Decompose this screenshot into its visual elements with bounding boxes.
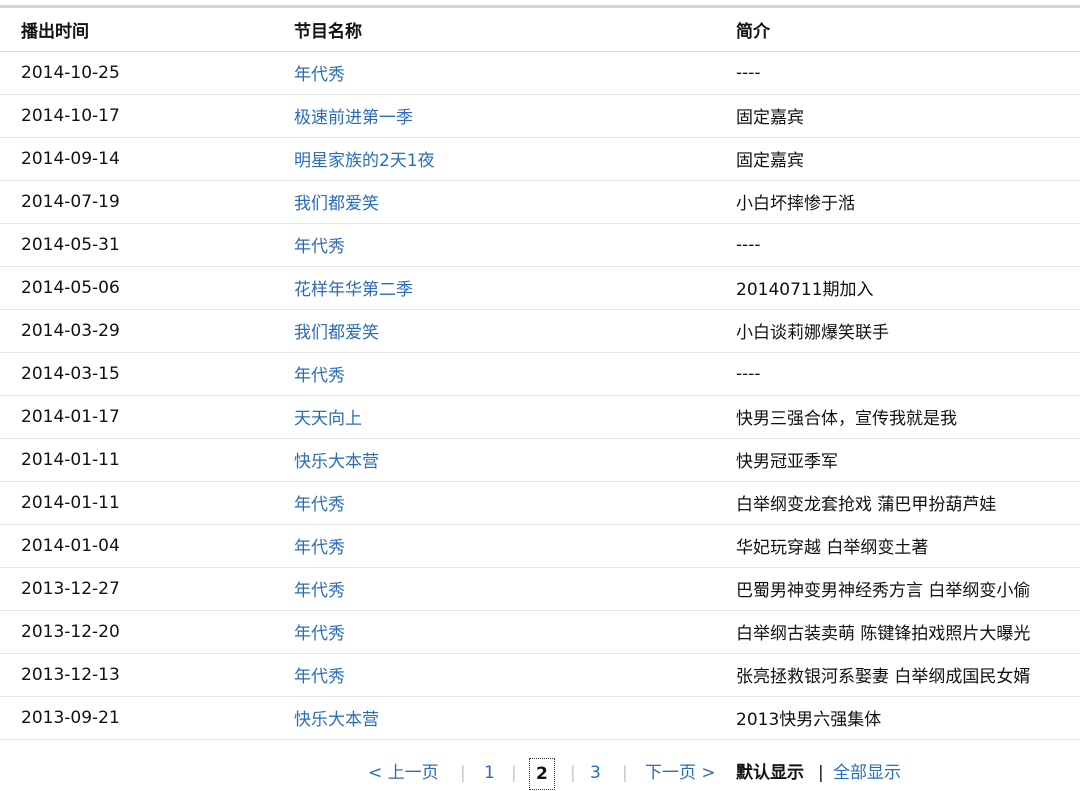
description-cell: 张亮拯救银河系娶妻 白举纲成国民女婿 bbox=[713, 653, 1080, 697]
program-link[interactable]: 我们都爱笑 bbox=[294, 194, 379, 214]
default-view-label: 默认显示 bbox=[736, 763, 804, 783]
program-link[interactable]: 我们都爱笑 bbox=[294, 323, 379, 343]
program-cell: 年代秀 bbox=[273, 51, 713, 95]
description-cell: 小白谈莉娜爆笑联手 bbox=[713, 309, 1080, 353]
description-cell: 快男三强合体，宣传我就是我 bbox=[713, 395, 1080, 439]
next-page-link[interactable]: 下一页 > bbox=[645, 755, 716, 791]
description-cell: ---- bbox=[713, 51, 1080, 95]
program-cell: 极速前进第一季 bbox=[273, 94, 713, 138]
pager-separator: | bbox=[511, 763, 517, 783]
air-date-cell: 2014-01-17 bbox=[0, 395, 273, 439]
air-date-cell: 2013-12-20 bbox=[0, 610, 273, 654]
page-link-1[interactable]: 1 bbox=[484, 755, 495, 791]
program-link[interactable]: 年代秀 bbox=[294, 667, 345, 687]
show-all-link[interactable]: 全部显示 bbox=[833, 755, 901, 791]
schedule-table: 播出时间 节目名称 简介 2014-10-25 年代秀 ---- 2014-10-17… bbox=[0, 8, 1080, 740]
column-header-description: 简介 bbox=[713, 8, 1080, 52]
current-page-2: 2 bbox=[529, 758, 555, 790]
description-cell: 20140711期加入 bbox=[713, 266, 1080, 310]
description-cell: 固定嘉宾 bbox=[713, 137, 1080, 181]
air-date-cell: 2013-09-21 bbox=[0, 696, 273, 740]
air-date-cell: 2014-01-04 bbox=[0, 524, 273, 568]
column-header-program: 节目名称 bbox=[273, 8, 713, 52]
program-cell: 年代秀 bbox=[273, 524, 713, 568]
table-row: 2014-10-17 极速前进第一季 固定嘉宾 bbox=[0, 94, 1080, 138]
description-cell: 巴蜀男神变男神经秀方言 白举纲变小偷 bbox=[713, 567, 1080, 611]
column-header-date: 播出时间 bbox=[0, 8, 273, 52]
program-cell: 年代秀 bbox=[273, 653, 713, 697]
air-date-cell: 2014-05-06 bbox=[0, 266, 273, 310]
air-date-cell: 2014-05-31 bbox=[0, 223, 273, 267]
program-cell: 天天向上 bbox=[273, 395, 713, 439]
pager-separator: | bbox=[622, 763, 628, 783]
program-cell: 花样年华第二季 bbox=[273, 266, 713, 310]
program-link[interactable]: 年代秀 bbox=[294, 538, 345, 558]
program-link[interactable]: 年代秀 bbox=[294, 366, 345, 386]
program-cell: 明星家族的2天1夜 bbox=[273, 137, 713, 181]
table-row: 2014-03-29 我们都爱笑 小白谈莉娜爆笑联手 bbox=[0, 309, 1080, 353]
program-link[interactable]: 花样年华第二季 bbox=[294, 280, 413, 300]
table-row: 2014-01-17 天天向上 快男三强合体，宣传我就是我 bbox=[0, 395, 1080, 439]
program-link[interactable]: 年代秀 bbox=[294, 495, 345, 515]
program-link[interactable]: 年代秀 bbox=[294, 581, 345, 601]
table-row: 2014-10-25 年代秀 ---- bbox=[0, 51, 1080, 95]
program-cell: 年代秀 bbox=[273, 352, 713, 396]
table-header-row: 播出时间 节目名称 简介 bbox=[0, 8, 1080, 52]
table-row: 2014-05-06 花样年华第二季 20140711期加入 bbox=[0, 266, 1080, 310]
page-link-3[interactable]: 3 bbox=[590, 755, 601, 791]
program-cell: 快乐大本营 bbox=[273, 438, 713, 482]
program-cell: 年代秀 bbox=[273, 610, 713, 654]
prev-page-link[interactable]: < 上一页 bbox=[368, 755, 439, 791]
air-date-cell: 2014-07-19 bbox=[0, 180, 273, 224]
description-cell: 白举纲变龙套抢戏 蒲巴甲扮葫芦娃 bbox=[713, 481, 1080, 525]
table-row: 2013-12-20 年代秀 白举纲古装卖萌 陈键锋拍戏照片大曝光 bbox=[0, 610, 1080, 654]
table-row: 2013-12-27 年代秀 巴蜀男神变男神经秀方言 白举纲变小偷 bbox=[0, 567, 1080, 611]
table-row: 2014-07-19 我们都爱笑 小白坏摔惨于湉 bbox=[0, 180, 1080, 224]
description-cell: 快男冠亚季军 bbox=[713, 438, 1080, 482]
schedule-page: 播出时间 节目名称 简介 2014-10-25 年代秀 ---- 2014-10-17… bbox=[0, 0, 1080, 791]
pagination: < 上一页 | 1 | 2 | 3 | 下一页 > 默认显示 | 全部显示 bbox=[0, 755, 1080, 791]
table-row: 2014-05-31 年代秀 ---- bbox=[0, 223, 1080, 267]
table-row: 2014-03-15 年代秀 ---- bbox=[0, 352, 1080, 396]
program-cell: 我们都爱笑 bbox=[273, 180, 713, 224]
program-link[interactable]: 快乐大本营 bbox=[294, 452, 379, 472]
description-cell: 华妃玩穿越 白举纲变土著 bbox=[713, 524, 1080, 568]
description-cell: 固定嘉宾 bbox=[713, 94, 1080, 138]
air-date-cell: 2014-01-11 bbox=[0, 438, 273, 482]
table-row: 2014-01-04 年代秀 华妃玩穿越 白举纲变土著 bbox=[0, 524, 1080, 568]
program-link[interactable]: 快乐大本营 bbox=[294, 710, 379, 730]
air-date-cell: 2014-10-17 bbox=[0, 94, 273, 138]
table-row: 2014-09-14 明星家族的2天1夜 固定嘉宾 bbox=[0, 137, 1080, 181]
air-date-cell: 2014-09-14 bbox=[0, 137, 273, 181]
program-link[interactable]: 年代秀 bbox=[294, 65, 345, 85]
table-row: 2013-09-21 快乐大本营 2013快男六强集体 bbox=[0, 696, 1080, 740]
pager-separator: | bbox=[570, 763, 576, 783]
program-link[interactable]: 年代秀 bbox=[294, 624, 345, 644]
air-date-cell: 2014-03-15 bbox=[0, 352, 273, 396]
air-date-cell: 2013-12-27 bbox=[0, 567, 273, 611]
program-link[interactable]: 天天向上 bbox=[294, 409, 362, 429]
program-link[interactable]: 年代秀 bbox=[294, 237, 345, 257]
table-row: 2013-12-13 年代秀 张亮拯救银河系娶妻 白举纲成国民女婿 bbox=[0, 653, 1080, 697]
program-link[interactable]: 明星家族的2天1夜 bbox=[294, 151, 435, 171]
description-cell: 小白坏摔惨于湉 bbox=[713, 180, 1080, 224]
program-link[interactable]: 极速前进第一季 bbox=[294, 108, 413, 128]
description-cell: 白举纲古装卖萌 陈键锋拍戏照片大曝光 bbox=[713, 610, 1080, 654]
program-cell: 年代秀 bbox=[273, 567, 713, 611]
air-date-cell: 2014-03-29 bbox=[0, 309, 273, 353]
air-date-cell: 2014-01-11 bbox=[0, 481, 273, 525]
air-date-cell: 2014-10-25 bbox=[0, 51, 273, 95]
view-separator: | bbox=[818, 763, 824, 783]
air-date-cell: 2013-12-13 bbox=[0, 653, 273, 697]
program-cell: 年代秀 bbox=[273, 481, 713, 525]
program-cell: 年代秀 bbox=[273, 223, 713, 267]
program-cell: 我们都爱笑 bbox=[273, 309, 713, 353]
program-cell: 快乐大本营 bbox=[273, 696, 713, 740]
description-cell: ---- bbox=[713, 223, 1080, 267]
description-cell: 2013快男六强集体 bbox=[713, 696, 1080, 740]
table-row: 2014-01-11 快乐大本营 快男冠亚季军 bbox=[0, 438, 1080, 482]
description-cell: ---- bbox=[713, 352, 1080, 396]
pager-separator: | bbox=[460, 763, 466, 783]
table-row: 2014-01-11 年代秀 白举纲变龙套抢戏 蒲巴甲扮葫芦娃 bbox=[0, 481, 1080, 525]
